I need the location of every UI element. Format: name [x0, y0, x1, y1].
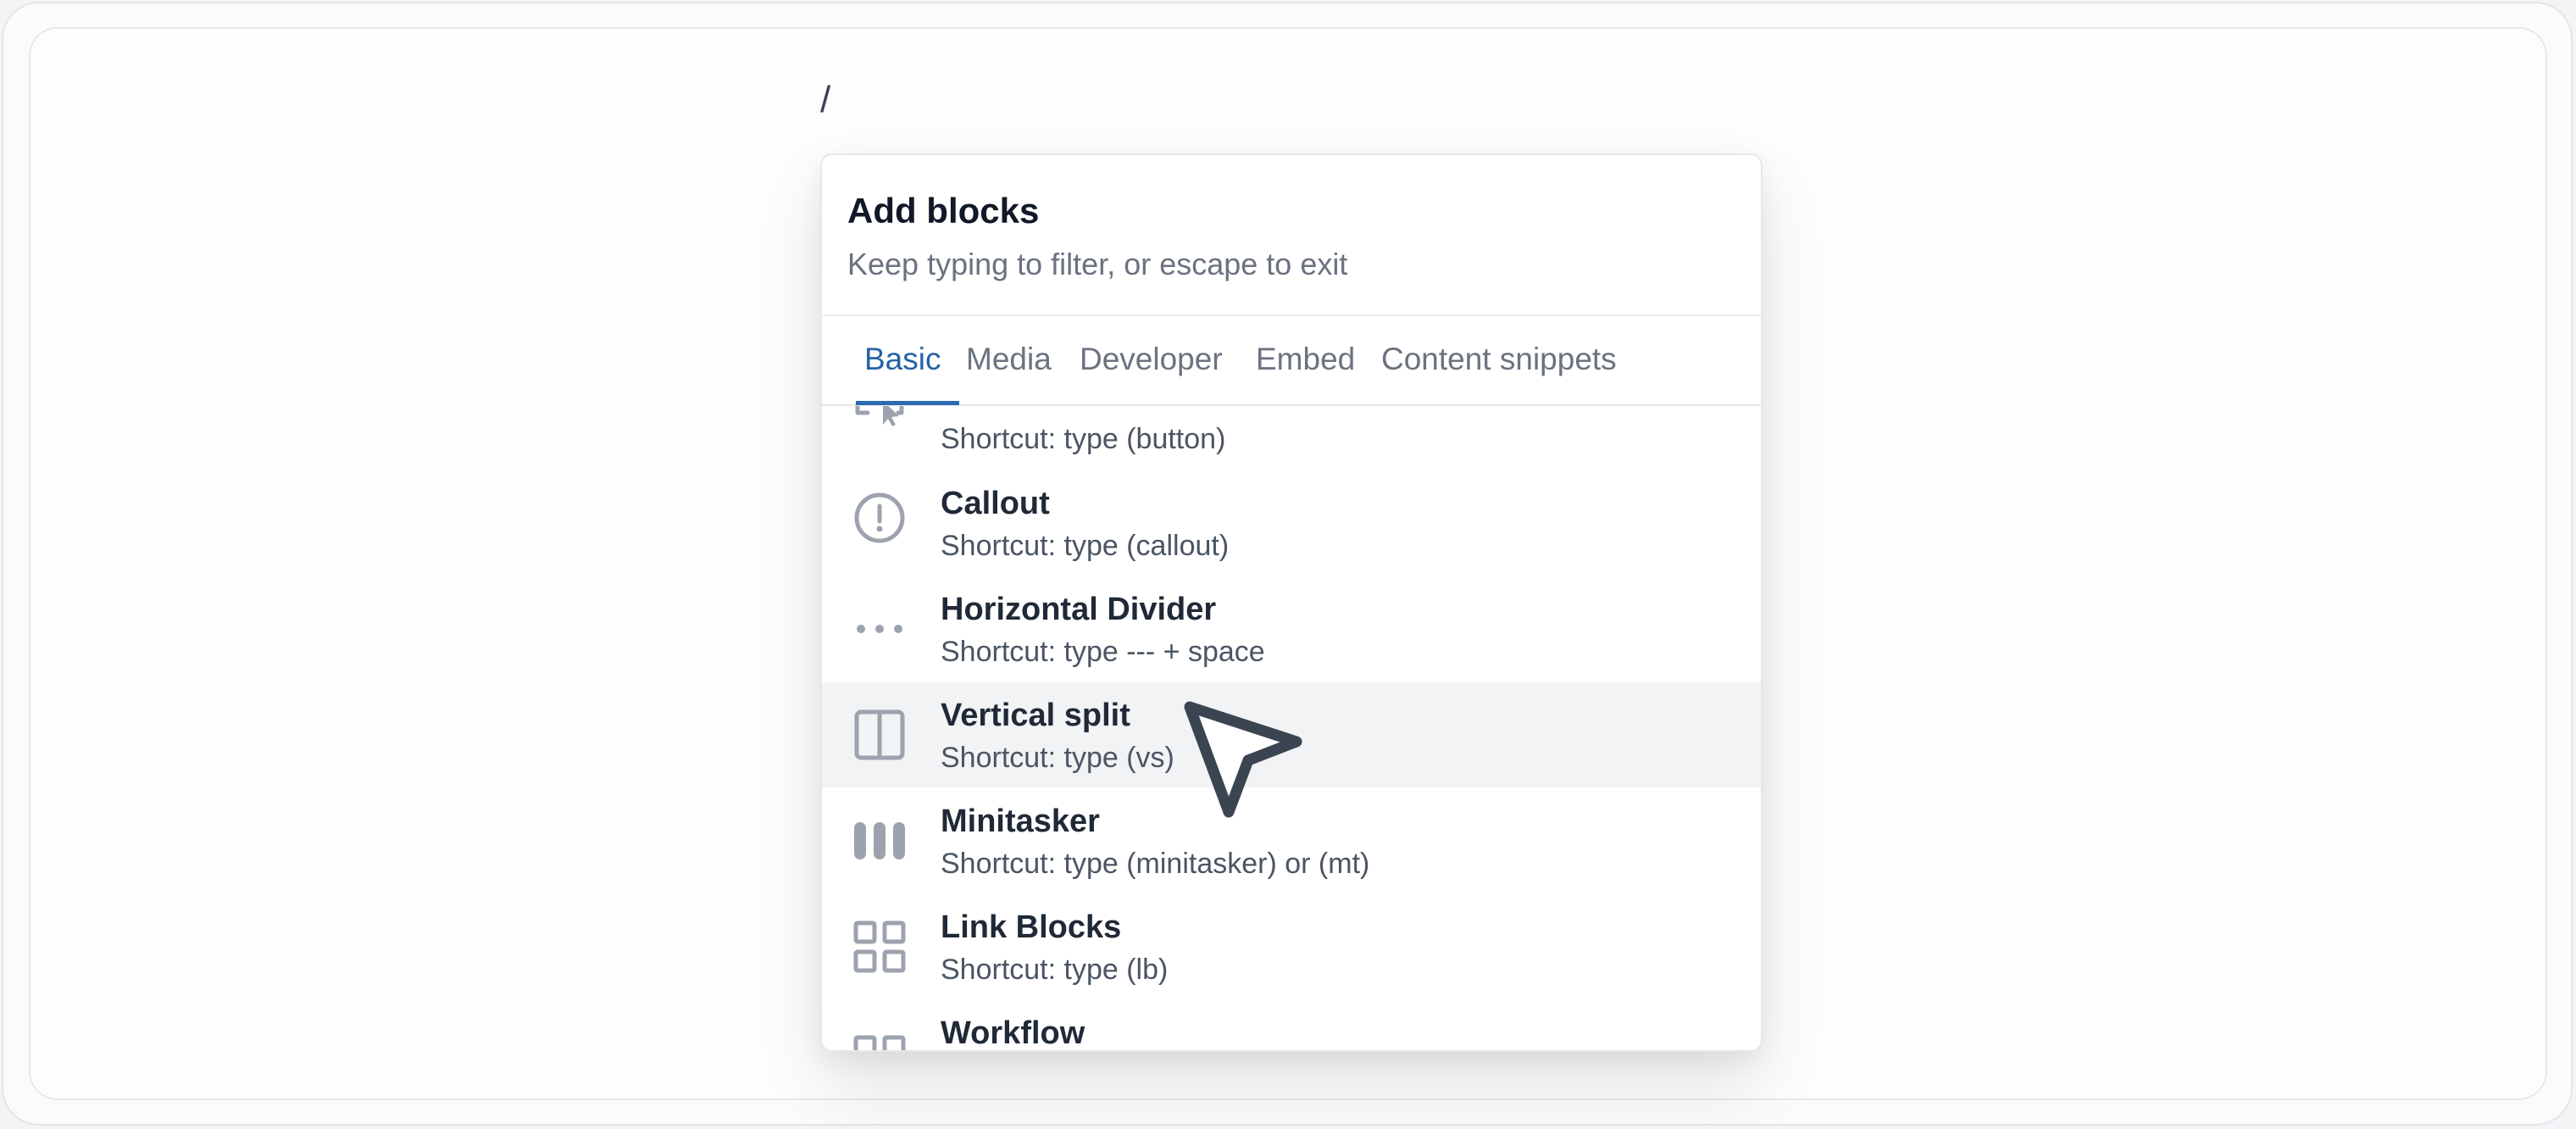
columns-bars-icon — [854, 822, 905, 859]
editor-typed-text[interactable]: / — [820, 81, 830, 119]
grid-icon — [853, 920, 906, 973]
block-item-callout[interactable]: Callout Shortcut: type (callout) — [822, 470, 1761, 576]
tab-bar: Basic Media Developer Embed Content snip… — [822, 316, 1761, 406]
vertical-split-icon — [854, 709, 905, 760]
block-item-workflow[interactable]: Workflow — [822, 1000, 1761, 1050]
menu-header: Add blocks Keep typing to filter, or esc… — [822, 155, 1761, 316]
add-blocks-menu: Add blocks Keep typing to filter, or esc… — [820, 153, 1763, 1052]
block-item-shortcut: Shortcut: type (callout) — [941, 530, 1230, 562]
grid-icon — [853, 1035, 906, 1050]
block-item-title: Workflow — [941, 1015, 1085, 1050]
tab-media[interactable]: Media — [966, 316, 1052, 403]
block-item-horizontal-divider[interactable]: Horizontal Divider Shortcut: type --- + … — [822, 576, 1761, 681]
menu-subtitle: Keep typing to filter, or escape to exit — [847, 247, 1348, 281]
block-item-title: Horizontal Divider — [941, 592, 1217, 627]
block-item-title: Link Blocks — [941, 909, 1122, 945]
block-item-vertical-split[interactable]: Vertical split Shortcut: type (vs) — [822, 682, 1761, 787]
block-item-button[interactable]: Shortcut: type (button) — [822, 406, 1761, 457]
block-item-shortcut: Shortcut: type --- + space — [941, 636, 1265, 668]
menu-title: Add blocks — [847, 191, 1040, 231]
block-item-minitasker[interactable]: Minitasker Shortcut: type (minitasker) o… — [822, 788, 1761, 893]
block-item-shortcut: Shortcut: type (button) — [941, 423, 1226, 455]
tab-developer[interactable]: Developer — [1080, 316, 1223, 403]
button-cursor-icon — [855, 406, 904, 426]
block-item-link-blocks[interactable]: Link Blocks Shortcut: type (lb) — [822, 894, 1761, 999]
active-tab-indicator — [856, 401, 959, 405]
block-item-title: Callout — [941, 486, 1050, 521]
block-item-title: Minitasker — [941, 804, 1100, 839]
tab-embed[interactable]: Embed — [1256, 316, 1355, 403]
block-list[interactable]: Shortcut: type (button) Callout Shortcut… — [822, 406, 1761, 1050]
exclamation-circle-icon — [854, 492, 905, 543]
block-item-shortcut: Shortcut: type (vs) — [941, 742, 1174, 774]
ellipsis-icon — [857, 625, 902, 633]
block-item-shortcut: Shortcut: type (lb) — [941, 954, 1169, 986]
tab-content-snippets[interactable]: Content snippets — [1381, 316, 1617, 403]
block-item-title: Vertical split — [941, 698, 1130, 733]
block-item-shortcut: Shortcut: type (minitasker) or (mt) — [941, 848, 1370, 880]
tab-basic[interactable]: Basic — [864, 316, 941, 403]
